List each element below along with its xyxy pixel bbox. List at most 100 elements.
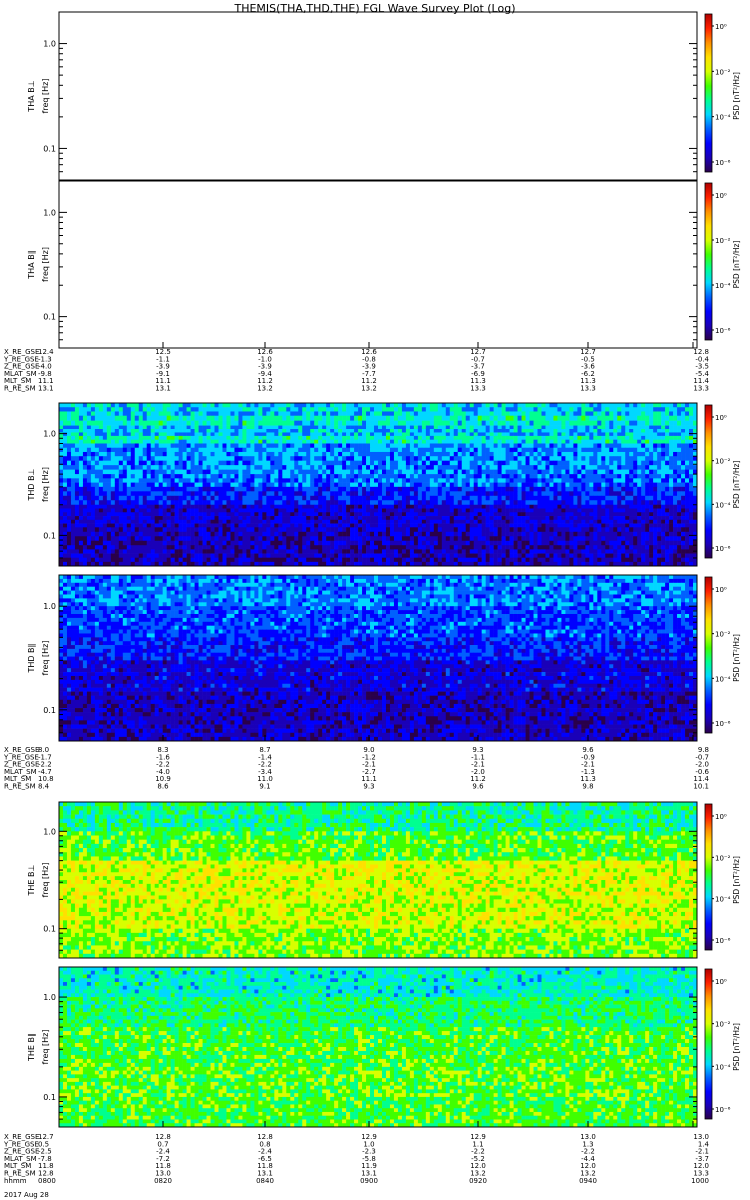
spectrogram-cell xyxy=(63,440,67,444)
spectrogram-cell xyxy=(298,474,302,479)
spectrogram-cell xyxy=(633,403,637,408)
spectrogram-cell xyxy=(171,416,175,421)
spectrogram-cell xyxy=(569,465,573,470)
spectrogram-cell xyxy=(215,411,219,416)
spectrogram-cell xyxy=(514,452,518,457)
spectrogram-cell xyxy=(661,483,665,488)
spectrogram-cell xyxy=(545,487,549,492)
spectrogram-cell xyxy=(199,448,203,453)
spectrogram-cell xyxy=(215,461,219,466)
spectrogram-cell xyxy=(342,483,346,488)
spectrogram-cell xyxy=(274,436,278,440)
spectrogram-cell xyxy=(238,448,242,453)
spectrogram-cell xyxy=(234,505,238,509)
spectrogram-cell xyxy=(159,407,163,412)
spectrogram-cell xyxy=(270,452,274,457)
spectrogram-cell xyxy=(406,440,410,444)
spectrogram-cell xyxy=(175,478,179,483)
spectrogram-cell xyxy=(601,500,605,505)
spectrogram-cell xyxy=(71,496,75,501)
spectrogram-cell xyxy=(171,483,175,488)
spectrogram-cell xyxy=(115,403,119,408)
spectrogram-cell xyxy=(99,465,103,470)
spectrogram-cell xyxy=(589,452,593,457)
spectrogram-cell xyxy=(633,411,637,416)
spectrogram-cell xyxy=(426,478,430,483)
spectrogram-cell xyxy=(378,465,382,470)
spectrogram-cell xyxy=(569,440,573,444)
spectrogram-cell xyxy=(87,478,91,483)
spectrogram-cell xyxy=(661,456,665,461)
spectrogram-cell xyxy=(629,440,633,444)
spectrogram-cell xyxy=(191,421,195,426)
spectrogram-cell xyxy=(246,436,250,440)
spectrogram-cell xyxy=(151,440,155,444)
spectrogram-cell xyxy=(561,478,565,483)
spectrogram-cell xyxy=(637,478,641,483)
spectrogram-cell xyxy=(135,483,139,488)
spectrogram-cell xyxy=(123,429,127,433)
spectrogram-cell xyxy=(486,461,490,466)
spectrogram-cell xyxy=(422,440,426,444)
spectrogram-cell xyxy=(538,432,542,436)
spectrogram-cell xyxy=(342,429,346,433)
spectrogram-cell xyxy=(258,500,262,505)
spectrogram-cell xyxy=(402,432,406,436)
spectrogram-cell xyxy=(290,421,294,426)
spectrogram-cell xyxy=(370,426,374,430)
spectrogram-cell xyxy=(294,443,298,448)
spectrogram-cell xyxy=(597,487,601,492)
spectrogram-cell xyxy=(366,403,370,408)
spectrogram-cell xyxy=(250,461,254,466)
spectrogram-cell xyxy=(215,403,219,408)
spectrogram-cell xyxy=(222,411,226,416)
spectrogram-cell xyxy=(605,426,609,430)
spectrogram-cell xyxy=(430,500,434,505)
panel-frame xyxy=(59,181,697,348)
spectrogram-cell xyxy=(370,456,374,461)
spectrogram-cell xyxy=(183,470,187,475)
spectrogram-cell xyxy=(601,403,605,408)
spectrogram-cell xyxy=(450,491,454,496)
spectrogram-cell xyxy=(187,487,191,492)
spectrogram-cell xyxy=(362,426,366,430)
spectrogram-cell xyxy=(334,500,338,505)
spectrogram-cell xyxy=(75,416,79,421)
spectrogram-cell xyxy=(203,436,207,440)
spectrogram-cell xyxy=(338,426,342,430)
spectrogram-cell xyxy=(330,496,334,501)
spectrogram-cell xyxy=(374,465,378,470)
spectrogram-cell xyxy=(502,403,506,408)
spectrogram-cell xyxy=(653,474,657,479)
spectrogram-cell xyxy=(657,429,661,433)
spectrogram-cell xyxy=(677,411,681,416)
spectrogram-cell xyxy=(518,456,522,461)
spectrogram-cell xyxy=(75,452,79,457)
spectrogram-cell xyxy=(549,474,553,479)
spectrogram-cell xyxy=(179,491,183,496)
spectrogram-cell xyxy=(286,407,290,412)
spectrogram-cell xyxy=(677,496,681,501)
spectrogram-cell xyxy=(203,452,207,457)
spectrogram-cell xyxy=(514,436,518,440)
spectrogram-cell xyxy=(147,429,151,433)
spectrogram-cell xyxy=(370,452,374,457)
spectrogram-cell xyxy=(262,461,266,466)
spectrogram-cell xyxy=(438,443,442,448)
spectrogram-cell xyxy=(490,426,494,430)
spectrogram-cell xyxy=(486,465,490,470)
spectrogram-cell xyxy=(613,470,617,475)
spectrogram-cell xyxy=(370,500,374,505)
spectrogram-cell xyxy=(139,426,143,430)
spectrogram-cell xyxy=(685,496,689,501)
spectrogram-cell xyxy=(613,403,617,408)
spectrogram-cell xyxy=(71,432,75,436)
spectrogram-cell xyxy=(222,487,226,492)
spectrogram-cell xyxy=(561,411,565,416)
spectrogram-cell xyxy=(67,465,71,470)
spectrogram-cell xyxy=(274,416,278,421)
spectrogram-cell xyxy=(143,505,147,509)
spectrogram-cell xyxy=(207,411,211,416)
spectrogram-cell xyxy=(67,407,71,412)
spectrogram-cell xyxy=(526,452,530,457)
